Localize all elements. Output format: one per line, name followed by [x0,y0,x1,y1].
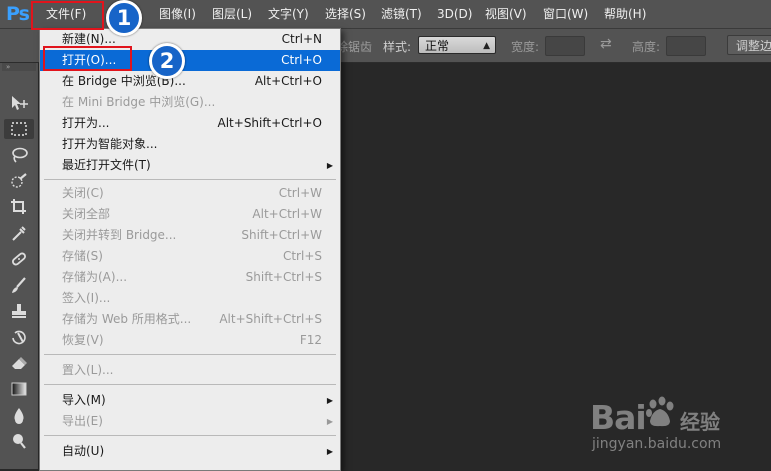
menu-item-browse-bridge[interactable]: 在 Bridge 中浏览(B)... Alt+Ctrl+O [40,71,340,92]
menu-item-label: 在 Mini Bridge 中浏览(G)... [62,95,216,109]
menu-item-close-go-bridge[interactable]: 关闭并转到 Bridge... Shift+Ctrl+W [40,225,340,246]
height-label: 高度: [632,40,661,54]
menu-view[interactable]: 视图(V) [485,6,527,22]
menu-item-label: 自动(U) [62,444,105,458]
menu-item-label: 导出(E) [62,414,103,428]
move-tool-icon[interactable] [4,93,34,113]
eraser-tool-icon[interactable] [4,353,34,373]
menu-item-close[interactable]: 关闭(C) Ctrl+W [40,183,340,204]
menu-item-open-smart-object[interactable]: 打开为智能对象... [40,134,340,155]
menu-item-label: 打开为智能对象... [62,137,158,151]
menu-item-label: 存储为(A)... [62,270,128,284]
menu-item-save-for-web[interactable]: 存储为 Web 所用格式... Alt+Shift+Ctrl+S [40,309,340,330]
step-2-badge: 2 [149,43,185,79]
photoshop-logo: Ps [6,3,30,25]
dodge-tool-icon[interactable] [4,431,34,451]
baidu-watermark-logo: Bai [590,398,647,437]
menu-item-label: 存储为 Web 所用格式... [62,312,192,326]
submenu-arrow-icon: ▶ [326,396,333,405]
menu-item-label: 关闭(C) [62,186,104,200]
menu-item-label: 关闭并转到 Bridge... [62,228,177,242]
menu-item-close-all[interactable]: 关闭全部 Alt+Ctrl+W [40,204,340,225]
menu-item-label: 签入(I)... [62,291,111,305]
menu-separator [44,435,336,436]
menu-item-recent-files[interactable]: 最近打开文件(T) ▶ [40,155,340,176]
menu-item-shortcut: Alt+Shift+Ctrl+O [217,116,322,130]
menu-item-shortcut: Alt+Ctrl+W [252,207,322,221]
step-1-badge: 1 [106,0,142,36]
menu-item-place[interactable]: 置入(L)... [40,360,340,381]
style-select[interactable]: 正常 ▲ [418,36,496,54]
antialias-label[interactable]: 除锯齿 [336,38,372,55]
menu-item-open-as[interactable]: 打开为... Alt+Shift+Ctrl+O [40,113,340,134]
submenu-arrow-icon: ▶ [326,447,333,456]
menu-image[interactable]: 图像(I) [159,6,196,22]
menu-item-label: 导入(M) [62,393,106,407]
menu-item-label: 打开为... [62,116,110,130]
submenu-arrow-icon: ▶ [326,161,333,170]
menu-item-label: 置入(L)... [62,363,114,377]
blur-tool-icon[interactable] [4,405,34,425]
eyedropper-tool-icon[interactable] [4,223,34,243]
menu-item-automate[interactable]: 自动(U) ▶ [40,441,340,462]
menu-item-shortcut: Shift+Ctrl+S [245,270,322,284]
menu-type[interactable]: 文字(Y) [268,6,309,22]
crop-tool-icon[interactable] [4,197,34,217]
menu-item-shortcut: Alt+Shift+Ctrl+S [219,312,322,326]
refine-edge-button[interactable]: 调整边 [727,35,771,55]
menu-select[interactable]: 选择(S) [325,6,366,22]
menu-item-label: 关闭全部 [62,207,111,221]
baidu-paw-icon [646,396,674,427]
quick-select-tool-icon[interactable] [4,171,34,191]
menu-window[interactable]: 窗口(W) [543,6,588,22]
menu-3d[interactable]: 3D(D) [437,6,472,22]
width-label: 宽度: [511,40,540,54]
clone-stamp-tool-icon[interactable] [4,301,34,321]
lasso-tool-icon[interactable] [4,145,34,165]
menu-item-label: 存储(S) [62,249,103,263]
menu-item-revert[interactable]: 恢复(V) F12 [40,330,340,351]
menu-item-shortcut: Ctrl+N [281,32,322,46]
menu-item-check-in[interactable]: 签入(I)... [40,288,340,309]
submenu-arrow-icon: ▶ [326,417,333,426]
menu-item-shortcut: Shift+Ctrl+W [241,228,322,242]
menu-item-save[interactable]: 存储(S) Ctrl+S [40,246,340,267]
gradient-tool-icon[interactable] [4,379,34,399]
menu-separator [44,354,336,355]
menu-item-label: 最近打开文件(T) [62,158,151,172]
style-value: 正常 [425,39,450,53]
menu-item-shortcut: Ctrl+O [281,53,322,67]
menu-separator [44,179,336,180]
menu-separator [44,384,336,385]
panel-grip[interactable]: » [2,63,36,71]
file-menu-dropdown: 新建(N)... Ctrl+N 打开(O)... Ctrl+O 在 Bridge… [39,28,341,471]
baidu-watermark-url: jingyan.baidu.com [592,436,722,452]
menu-help[interactable]: 帮助(H) [604,6,646,22]
chevron-updown-icon: ▲ [483,41,490,51]
baidu-watermark-text: 经验 [680,410,720,434]
healing-brush-tool-icon[interactable] [4,249,34,269]
style-label: 样式: [383,40,412,54]
menu-item-export[interactable]: 导出(E) ▶ [40,411,340,432]
menu-filter[interactable]: 滤镜(T) [381,6,422,22]
menu-item-shortcut: Ctrl+W [278,186,322,200]
history-brush-tool-icon[interactable] [4,327,34,347]
menu-item-label: 恢复(V) [62,333,104,347]
menu-layer[interactable]: 图层(L) [212,6,252,22]
brush-tool-icon[interactable] [4,275,34,295]
menu-item-shortcut: Alt+Ctrl+O [254,74,322,88]
tools-panel: » [0,63,39,469]
menu-item-shortcut: F12 [299,333,322,347]
menu-item-shortcut: Ctrl+S [282,249,322,263]
menu-item-save-as[interactable]: 存储为(A)... Shift+Ctrl+S [40,267,340,288]
width-input[interactable] [545,36,585,56]
callout-box-open [43,46,132,71]
height-input[interactable] [666,36,706,56]
swap-icon[interactable]: ⇄ [600,36,612,52]
menu-item-import[interactable]: 导入(M) ▶ [40,390,340,411]
callout-box-file-menu [31,1,104,30]
menu-item-browse-mini-bridge[interactable]: 在 Mini Bridge 中浏览(G)... [40,92,340,113]
marquee-tool-icon[interactable] [4,119,34,139]
